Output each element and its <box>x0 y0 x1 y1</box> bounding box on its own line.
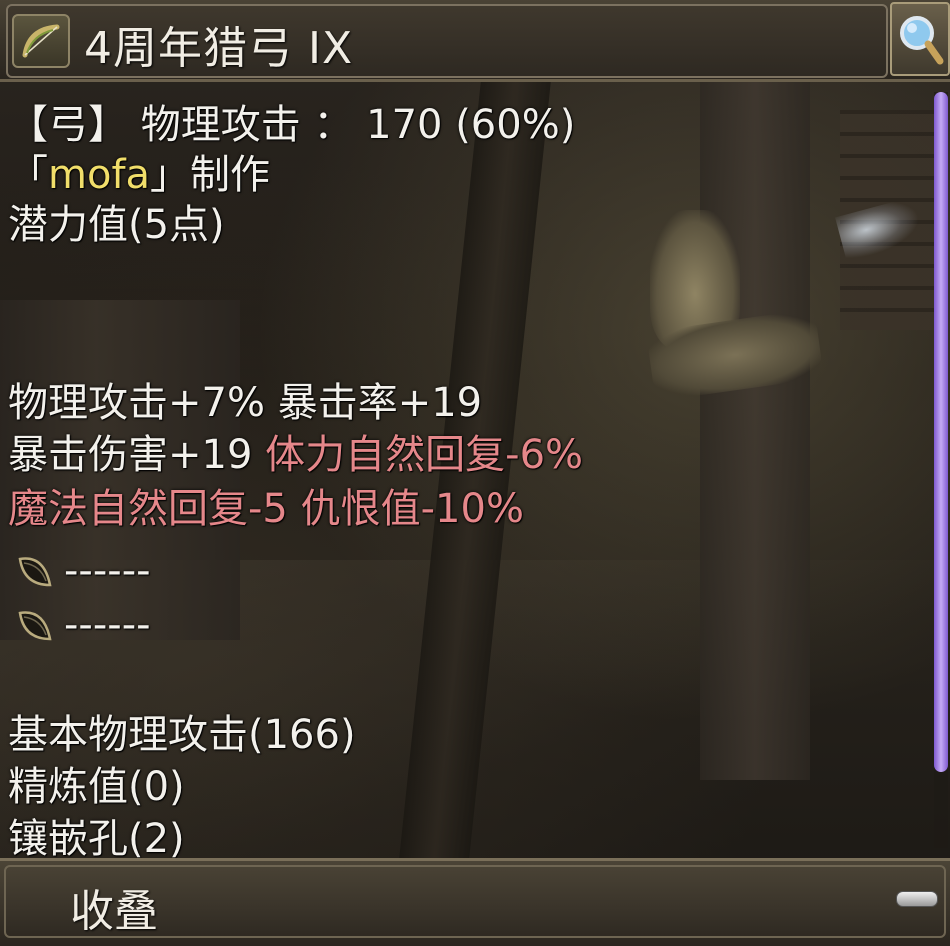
seed-slot-icon <box>18 611 52 641</box>
bonus-hp-regen: 体力自然回复-6% <box>265 432 584 478</box>
item-title: 4周年猎弓 IX <box>84 23 354 74</box>
socket-count: 镶嵌孔(2) <box>8 816 185 858</box>
tooltip-header: 4周年猎弓 IX <box>0 0 950 82</box>
scrollbar-track[interactable] <box>934 92 948 848</box>
bonus-hate: 仇恨值-10% <box>300 486 524 532</box>
bonus-attack: 物理攻击+7% <box>8 380 265 426</box>
bonus-row: 暴击伤害+19 体力自然回复-6% <box>8 432 583 478</box>
potential-value: 潜力值(5点) <box>8 202 225 248</box>
refine-value: 精炼值(0) <box>8 764 185 810</box>
bonus-crit-damage: 暴击伤害+19 <box>8 432 253 478</box>
socket-slot: ------ <box>0 548 151 594</box>
crafter-line: 「mofa」制作 <box>8 152 270 198</box>
bonus-mp-regen: 魔法自然回复-5 <box>8 486 288 532</box>
magnifier-button[interactable] <box>890 2 950 76</box>
minimize-icon[interactable] <box>896 891 938 907</box>
crafter-name: mofa <box>48 152 151 198</box>
socket-empty-text: ------ <box>64 602 151 648</box>
base-physical-attack: 基本物理攻击(166) <box>8 712 356 758</box>
bonus-crit-rate: 暴击率+19 <box>277 380 483 426</box>
item-tooltip-window: 4周年猎弓 IX 【弓】 物理攻击 ： 170 (60%) 「mofa」制作 潜… <box>0 0 950 946</box>
scrollbar-thumb[interactable] <box>934 92 948 772</box>
socket-slot: ------ <box>0 602 151 648</box>
collapse-button[interactable]: 收叠 <box>70 875 158 939</box>
crafter-bracket-open: 「 <box>8 152 48 198</box>
seed-slot-icon <box>18 557 52 587</box>
tooltip-footer: 收叠 <box>0 858 950 946</box>
bonus-row: 物理攻击+7% 暴击率+19 <box>8 380 482 426</box>
weapon-type-attack: 【弓】 物理攻击 ： 170 (60%) <box>8 102 576 148</box>
magnifier-icon <box>900 16 944 65</box>
crafter-suffix: 」制作 <box>150 152 271 198</box>
bow-icon <box>12 14 70 68</box>
bonus-row: 魔法自然回复-5 仇恨值-10% <box>8 486 524 532</box>
item-details: 【弓】 物理攻击 ： 170 (60%) 「mofa」制作 潜力值(5点) 物理… <box>0 82 924 858</box>
socket-empty-text: ------ <box>64 548 151 594</box>
